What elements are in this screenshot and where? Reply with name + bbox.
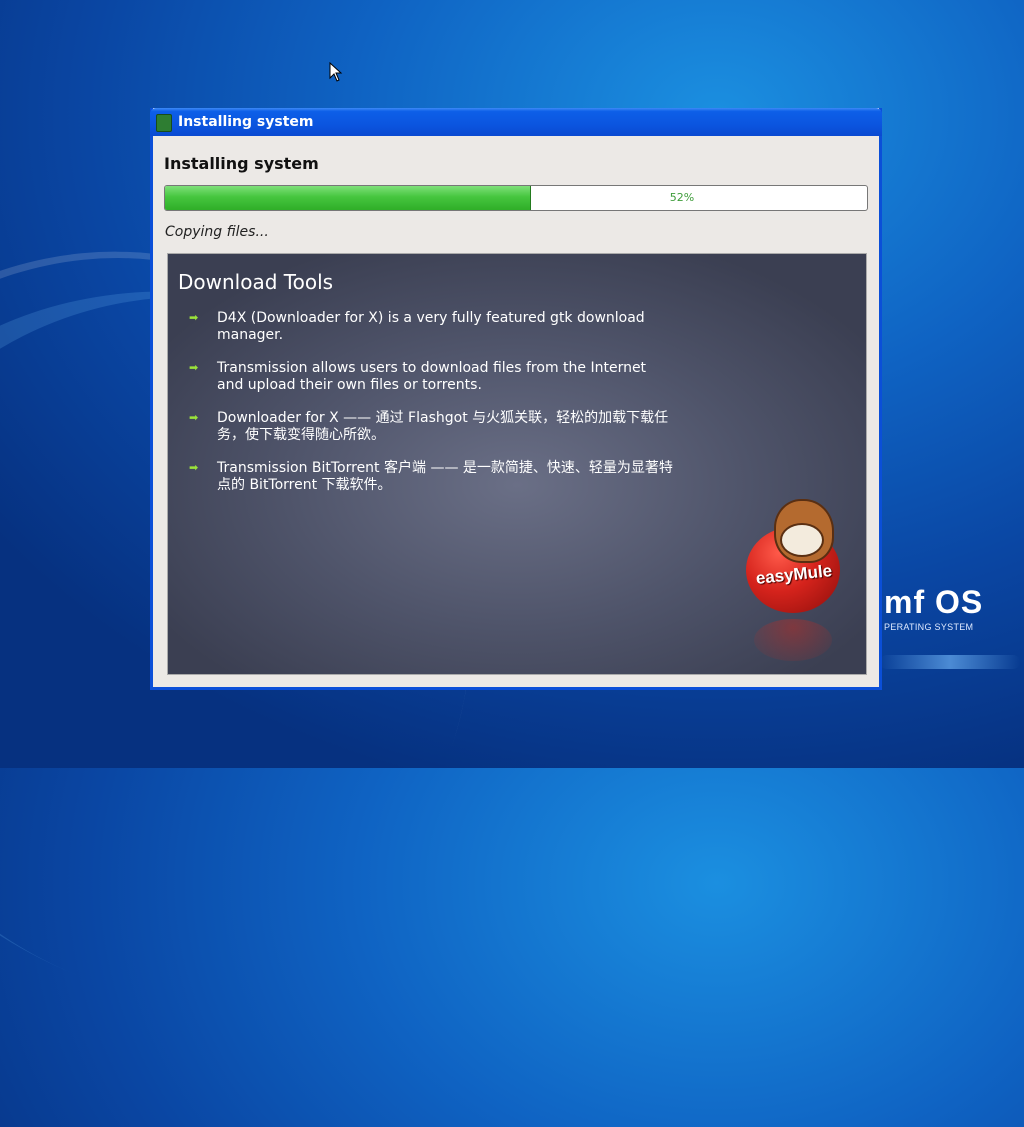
os-brand-name: mf OS [884,584,984,620]
os-brand-logo: mf OS PERATING SYSTEM [884,586,983,632]
list-item-text: Downloader for X —— 通过 Flashgot 与火狐关联，轻松… [217,410,669,443]
arrow-right-icon: ➡ [189,411,199,424]
list-item: ➡ Transmission allows users to download … [186,360,676,394]
easymule-logo: easyMule [746,499,844,669]
brand-glow [880,655,1020,669]
logo-reflection [754,619,832,661]
list-item: ➡ D4X (Downloader for X) is a very fully… [186,310,676,344]
window-title: Installing system [178,114,314,130]
window-titlebar[interactable]: Installing system [150,108,882,136]
installer-app-icon [156,114,172,132]
list-item-text: Transmission allows users to download fi… [217,360,647,393]
install-progress-bar: 52% [164,185,868,211]
list-item-text: D4X (Downloader for X) is a very fully f… [217,310,645,343]
page-heading: Installing system [164,154,319,173]
arrow-right-icon: ➡ [189,361,199,374]
mule-face [780,523,824,557]
list-item: ➡ Downloader for X —— 通过 Flashgot 与火狐关联，… [186,410,676,444]
list-item-text: Transmission BitTorrent 客户端 —— 是一款简捷、快速、… [217,460,673,493]
list-item: ➡ Transmission BitTorrent 客户端 —— 是一款简捷、快… [186,460,676,494]
os-brand-subtitle: PERATING SYSTEM [884,622,974,632]
feature-list: ➡ D4X (Downloader for X) is a very fully… [186,310,676,510]
status-text: Copying files... [165,224,269,240]
slide-title: Download Tools [178,270,334,294]
mouse-cursor-icon [329,62,343,82]
installer-window: Installing system Installing system 52% … [150,108,882,690]
slideshow-panel: Download Tools ➡ D4X (Downloader for X) … [167,253,867,675]
arrow-right-icon: ➡ [189,311,199,324]
progress-percent-label: 52% [669,191,695,204]
arrow-right-icon: ➡ [189,461,199,474]
